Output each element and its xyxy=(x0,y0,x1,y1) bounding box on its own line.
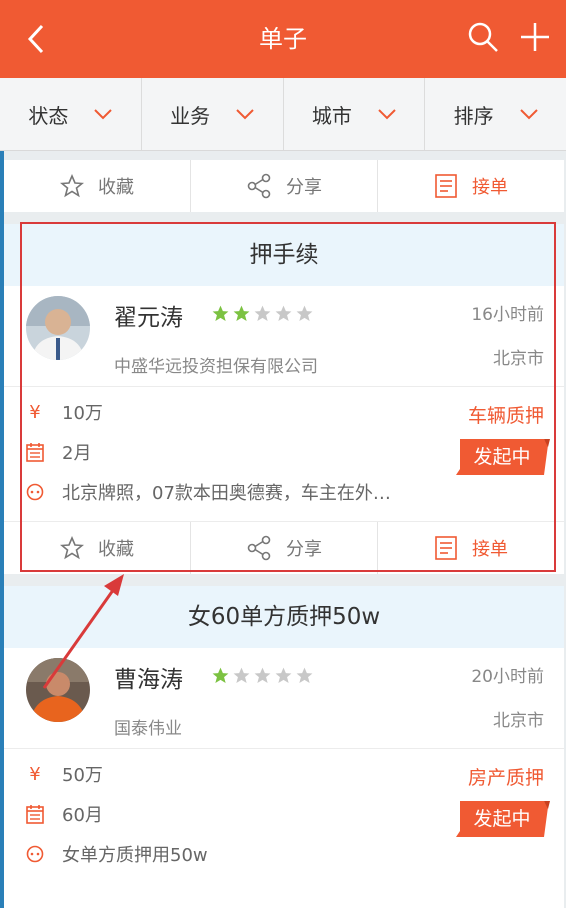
annotation-arrow-icon xyxy=(42,574,124,689)
